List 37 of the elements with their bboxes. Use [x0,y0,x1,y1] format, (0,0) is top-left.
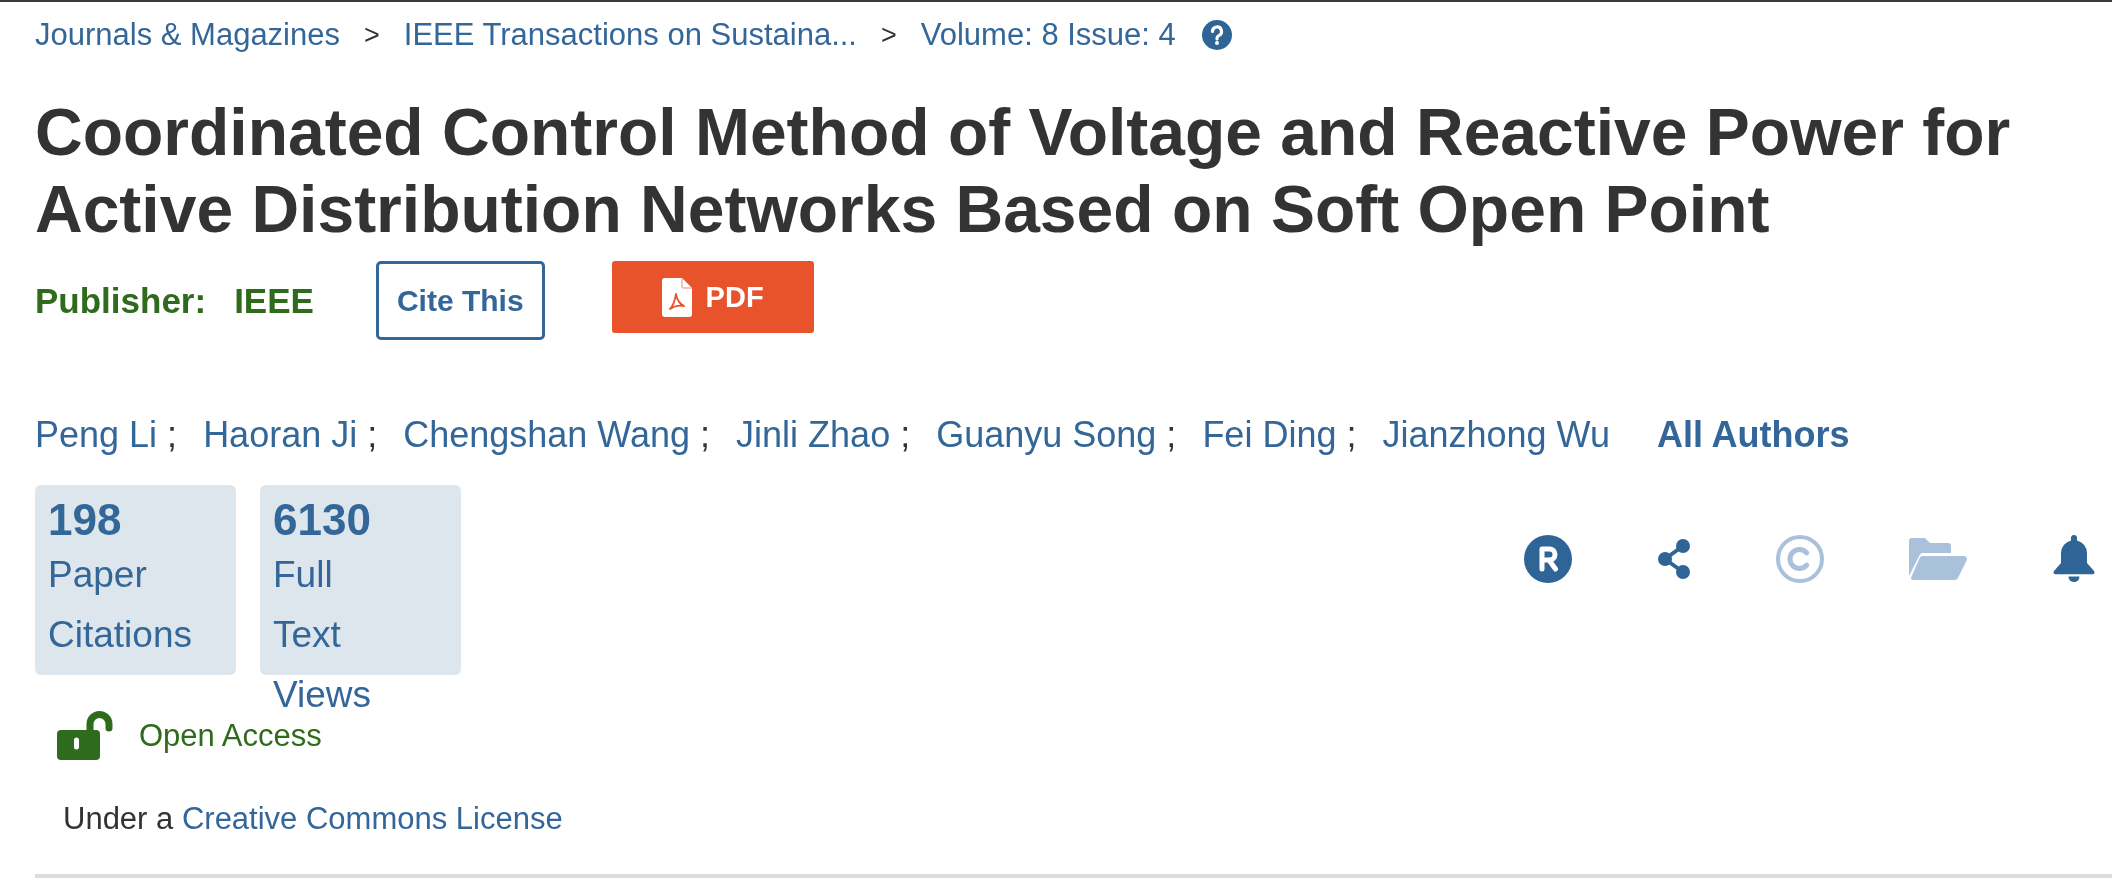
breadcrumb-separator: > [881,19,897,52]
breadcrumb-separator: > [364,19,380,52]
author-separator: ; [167,413,178,457]
metric-count: 198 [48,495,122,545]
breadcrumb-link[interactable]: IEEE Transactions on Sustaina... [403,15,857,55]
author-separator: ; [1166,413,1177,457]
r-circle-icon[interactable] [1524,535,1572,583]
author-link[interactable]: Peng Li [35,413,158,457]
metric-label: Paper Citations [48,553,192,657]
article-title: Coordinated Control Method of Voltage and Reactive Power for Active Distribution Networks Based on Soft Open Point [35,94,2012,248]
cite-button[interactable]: Cite This [375,261,545,340]
license-link[interactable]: Creative Commons License [181,801,563,836]
author-separator: ; [700,413,711,457]
bell-icon[interactable] [2052,535,2096,583]
help-icon[interactable] [1201,20,1232,50]
author-link[interactable]: Haoran Ji [203,413,358,457]
author-separator: ; [900,413,911,457]
author-separator: ; [1346,413,1357,457]
author-link[interactable]: Guanyu Song [936,413,1157,457]
breadcrumb-link[interactable]: Journals & Magazines [35,15,340,55]
access-label: Open Access [139,717,322,754]
author-link[interactable]: Chengshan Wang [403,413,691,457]
share-icon[interactable] [1657,539,1691,579]
author-link[interactable]: Jianzhong Wu [1382,413,1610,457]
publisher-label: Publisher: [35,280,207,321]
document-icon [661,277,692,317]
breadcrumb-link[interactable]: Volume: 8 Issue: 4 [920,15,1176,55]
all-authors-link[interactable]: All Authors [1656,413,1850,457]
license-text: Under a Creative Commons License [63,800,563,838]
pdf-button[interactable]: PDF [611,261,814,333]
publisher-name: IEEE [234,280,314,321]
metric-count: 6130 [273,495,371,545]
metric-label: Full Text Views [273,553,372,717]
author-link[interactable]: Jinli Zhao [736,413,891,457]
padlock-icon [57,711,114,760]
author-separator: ; [367,413,378,457]
author-link[interactable]: Fei Ding [1202,413,1337,457]
